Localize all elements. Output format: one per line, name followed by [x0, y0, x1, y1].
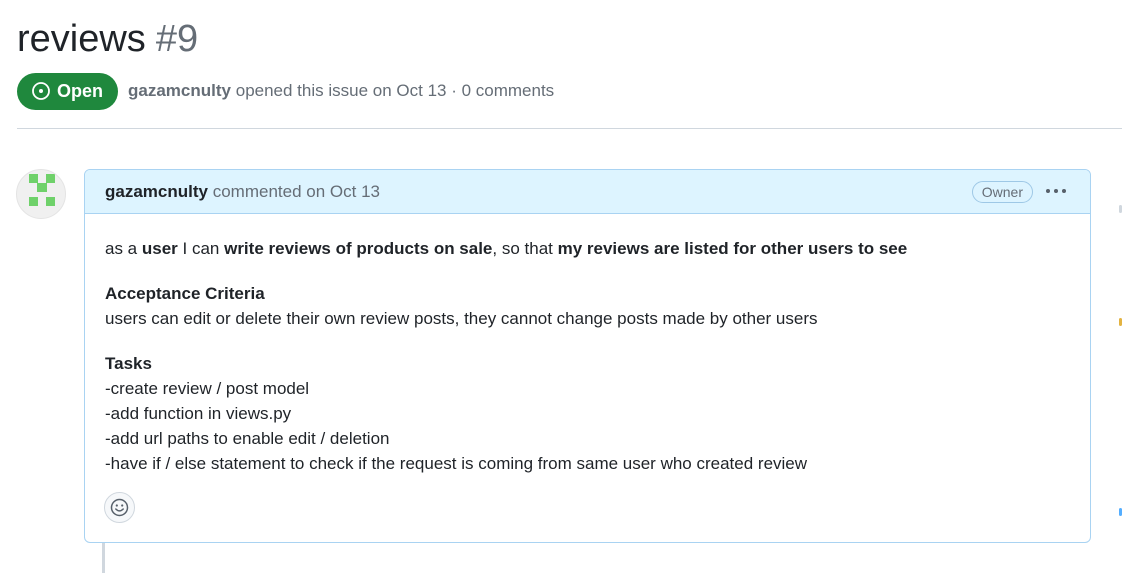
comment-options-button[interactable] — [1044, 179, 1068, 203]
issue-opened-info: gazamcnulty opened this issue on Oct 13 … — [128, 81, 554, 101]
comment-body: as a user I can write reviews of product… — [105, 236, 1070, 476]
tasks-heading-text: Tasks — [105, 354, 152, 373]
task-item: -add function in views.py — [105, 404, 292, 423]
comment-author-line: gazamcnulty commented on Oct 13 — [105, 182, 380, 202]
task-item: -add url paths to enable edit / deletion — [105, 429, 390, 448]
smiley-icon — [110, 498, 129, 517]
issue-author-link[interactable]: gazamcnulty — [128, 81, 231, 100]
comment-action: commented — [212, 181, 302, 201]
story-text: I can — [177, 239, 225, 258]
issue-opened-icon — [32, 82, 50, 100]
issue-number: #9 — [155, 18, 199, 60]
issue-opened-text: opened this issue on Oct 13 · 0 comments — [235, 81, 555, 100]
story-bold: user — [141, 239, 178, 258]
issue-title-text: reviews — [17, 18, 146, 60]
issue-meta: Open gazamcnulty opened this issue on Oc… — [17, 72, 554, 110]
timeline-line — [102, 543, 105, 573]
avatar[interactable] — [16, 169, 66, 219]
story-text: as a — [105, 239, 142, 258]
task-item: -have if / else statement to check if th… — [105, 454, 808, 473]
acceptance-heading: Acceptance Criteria — [105, 281, 1070, 306]
story-bold: my reviews are listed for other users to… — [557, 239, 908, 258]
issue-state-badge[interactable]: Open — [17, 72, 119, 110]
issue-title: reviews #9 — [17, 14, 198, 64]
comment-date-link[interactable]: on Oct 13 — [306, 182, 380, 201]
acceptance-heading-text: Acceptance Criteria — [105, 284, 265, 303]
user-story: as a user I can write reviews of product… — [105, 236, 1070, 261]
add-reaction-button[interactable] — [104, 492, 135, 523]
comment-author-link[interactable]: gazamcnulty — [105, 182, 208, 201]
kebab-horizontal-icon — [1046, 189, 1066, 193]
comment-header: gazamcnulty commented on Oct 13 Owner — [85, 170, 1090, 214]
acceptance-text: users can edit or delete their own revie… — [105, 309, 818, 328]
story-bold: write reviews of products on sale — [224, 239, 493, 258]
identicon-avatar — [29, 174, 55, 206]
header-divider — [17, 128, 1122, 129]
owner-badge: Owner — [971, 181, 1033, 203]
task-item: -create review / post model — [105, 379, 310, 398]
issue-state-label: Open — [57, 80, 104, 101]
tasks-heading: Tasks — [105, 351, 1070, 376]
comment-card: gazamcnulty commented on Oct 13 Owner as… — [84, 169, 1091, 543]
story-text: , so that — [492, 239, 558, 258]
